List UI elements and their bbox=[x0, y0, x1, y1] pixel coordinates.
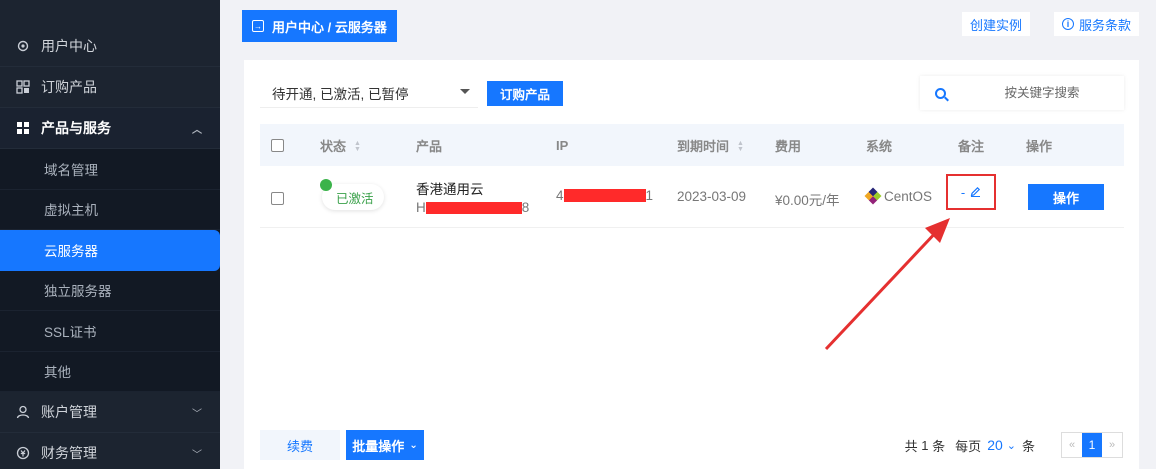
submenu: 域名管理 虚拟主机 云服务器 独立服务器 SSL证书 其他 bbox=[0, 149, 220, 392]
create-instance-link[interactable]: 创建实例 bbox=[962, 12, 1031, 36]
breadcrumb-text: 用户中心 / 云服务器 bbox=[272, 19, 387, 35]
system-cell: CentOS bbox=[864, 187, 932, 205]
pagination: 共 1 条 每页 20 ⌄ 条 « 1 » bbox=[905, 430, 1123, 460]
product-id: H 8 bbox=[416, 200, 530, 215]
search-box bbox=[920, 76, 1124, 110]
sidebar-item-label: 账户管理 bbox=[41, 404, 97, 420]
row-checkbox[interactable] bbox=[271, 192, 284, 205]
chevron-down-icon: ﹀ bbox=[192, 408, 202, 420]
sidebar-item-user-center[interactable]: 用户中心 bbox=[0, 26, 220, 67]
edit-icon[interactable] bbox=[970, 185, 981, 200]
header-fee: 费用 bbox=[775, 138, 802, 154]
caret-down-icon bbox=[460, 89, 470, 94]
main-content: → 用户中心 / 云服务器 创建实例 i 服务条款 待开通, 已激活, 已暂停 … bbox=[220, 0, 1156, 469]
grid-icon bbox=[16, 80, 30, 94]
page-1-button[interactable]: 1 bbox=[1082, 433, 1102, 457]
row-action-button[interactable]: 操作 bbox=[1028, 184, 1104, 210]
prev-page-button[interactable]: « bbox=[1062, 433, 1082, 457]
header-status[interactable]: 状态 ▲ ▼ bbox=[320, 136, 361, 155]
login-icon: → bbox=[252, 20, 264, 32]
status-filter-value: 待开通, 已激活, 已暂停 bbox=[272, 86, 409, 102]
sidebar-item-domain[interactable]: 域名管理 bbox=[0, 149, 220, 190]
sidebar-item-dedicated-server[interactable]: 独立服务器 bbox=[0, 271, 220, 311]
sidebar-item-label: 订购产品 bbox=[41, 79, 97, 95]
header-system: 系统 bbox=[866, 138, 893, 154]
header-ip: IP bbox=[556, 137, 569, 153]
finance-icon bbox=[16, 446, 30, 460]
chevron-down-icon: ﹀ bbox=[192, 449, 202, 461]
sidebar-item-other[interactable]: 其他 bbox=[0, 352, 220, 392]
redaction-bar bbox=[563, 189, 646, 202]
search-icon[interactable] bbox=[935, 87, 946, 99]
header-action: 操作 bbox=[1026, 138, 1053, 154]
sidebar-item-label: 产品与服务 bbox=[41, 120, 111, 136]
expire-date: 2023-03-09 bbox=[677, 189, 747, 204]
sidebar-item-label: 财务管理 bbox=[41, 445, 97, 461]
header-note: 备注 bbox=[958, 138, 985, 154]
order-product-button[interactable]: 订购产品 bbox=[487, 81, 563, 106]
status-badge: 已激活 bbox=[320, 179, 384, 210]
sidebar-item-cloud-server[interactable]: 云服务器 bbox=[0, 230, 220, 271]
table-header: 状态 ▲ ▼ 产品 IP 到期时间 ▲ ▼ 费用 系统 备注 操作 bbox=[260, 124, 1124, 166]
sort-icon: ▲ ▼ bbox=[737, 140, 744, 154]
status-filter-select[interactable]: 待开通, 已激活, 已暂停 bbox=[260, 78, 478, 108]
info-icon: i bbox=[1062, 18, 1074, 30]
chevron-down-icon: ⌄ bbox=[1006, 439, 1016, 452]
sidebar-item-products-services[interactable]: 产品与服务 ︿ bbox=[0, 108, 220, 149]
select-all-checkbox[interactable] bbox=[271, 138, 284, 152]
terms-link[interactable]: i 服务条款 bbox=[1054, 12, 1140, 36]
sidebar-item-ssl[interactable]: SSL证书 bbox=[0, 311, 220, 352]
total-count: 1 bbox=[921, 437, 929, 453]
product-cell: 香港通用云 H 8 bbox=[416, 178, 529, 215]
chevron-down-icon: ⌄ bbox=[409, 439, 418, 451]
content-panel: 待开通, 已激活, 已暂停 订购产品 状态▲▼ 产品 IP 到期时间▲▼ 费用 … bbox=[244, 60, 1139, 469]
status-text: 已激活 bbox=[336, 191, 374, 206]
search-input[interactable] bbox=[972, 86, 1112, 100]
gear-icon bbox=[16, 39, 30, 53]
sidebar-item-order-product[interactable]: 订购产品 bbox=[0, 67, 220, 108]
fee-value: ¥0.00元/年 bbox=[775, 193, 840, 208]
chevron-up-icon: ︿ bbox=[192, 124, 202, 136]
note-highlight-box: - bbox=[946, 174, 996, 210]
ip-cell: 4 1 bbox=[556, 188, 654, 203]
active-dot-icon bbox=[320, 179, 332, 191]
next-page-button[interactable]: » bbox=[1102, 433, 1122, 457]
breadcrumb[interactable]: → 用户中心 / 云服务器 bbox=[242, 10, 397, 42]
terms-label: 服务条款 bbox=[1079, 17, 1132, 33]
apps-icon bbox=[16, 121, 30, 135]
note-value: - bbox=[960, 184, 966, 200]
page-size-select[interactable]: 20 ⌄ bbox=[987, 437, 1016, 453]
product-name[interactable]: 香港通用云 bbox=[416, 178, 529, 198]
server-table: 状态 ▲ ▼ 产品 IP 到期时间 ▲ ▼ 费用 系统 备注 操作 已激活 香港… bbox=[260, 124, 1124, 228]
sidebar-item-account[interactable]: 账户管理 ﹀ bbox=[0, 392, 220, 433]
header-expire[interactable]: 到期时间 ▲ ▼ bbox=[677, 136, 744, 155]
table-row: 已激活 香港通用云 H 8 4 1 2023-03-09 ¥0.00元/年 Ce… bbox=[260, 166, 1124, 228]
page-buttons: « 1 » bbox=[1061, 432, 1123, 458]
batch-operations-button[interactable]: 批量操作 ⌄ bbox=[346, 430, 424, 460]
sort-icon: ▲ ▼ bbox=[354, 140, 361, 154]
centos-icon bbox=[864, 187, 882, 205]
user-icon bbox=[16, 405, 30, 419]
sidebar-item-virtual-host[interactable]: 虚拟主机 bbox=[0, 190, 220, 230]
sidebar-item-label: 用户中心 bbox=[41, 38, 97, 54]
renew-button[interactable]: 续费 bbox=[260, 430, 340, 460]
redaction-bar bbox=[425, 201, 522, 214]
sidebar-item-finance[interactable]: 财务管理 ﹀ bbox=[0, 433, 220, 469]
header-product: 产品 bbox=[416, 138, 443, 154]
sidebar: 用户中心 订购产品 产品与服务 ︿ 域名管理 虚拟主机 云服务器 独立服务器 S… bbox=[0, 0, 220, 469]
bulk-actions: 续费 批量操作 ⌄ bbox=[260, 430, 424, 460]
